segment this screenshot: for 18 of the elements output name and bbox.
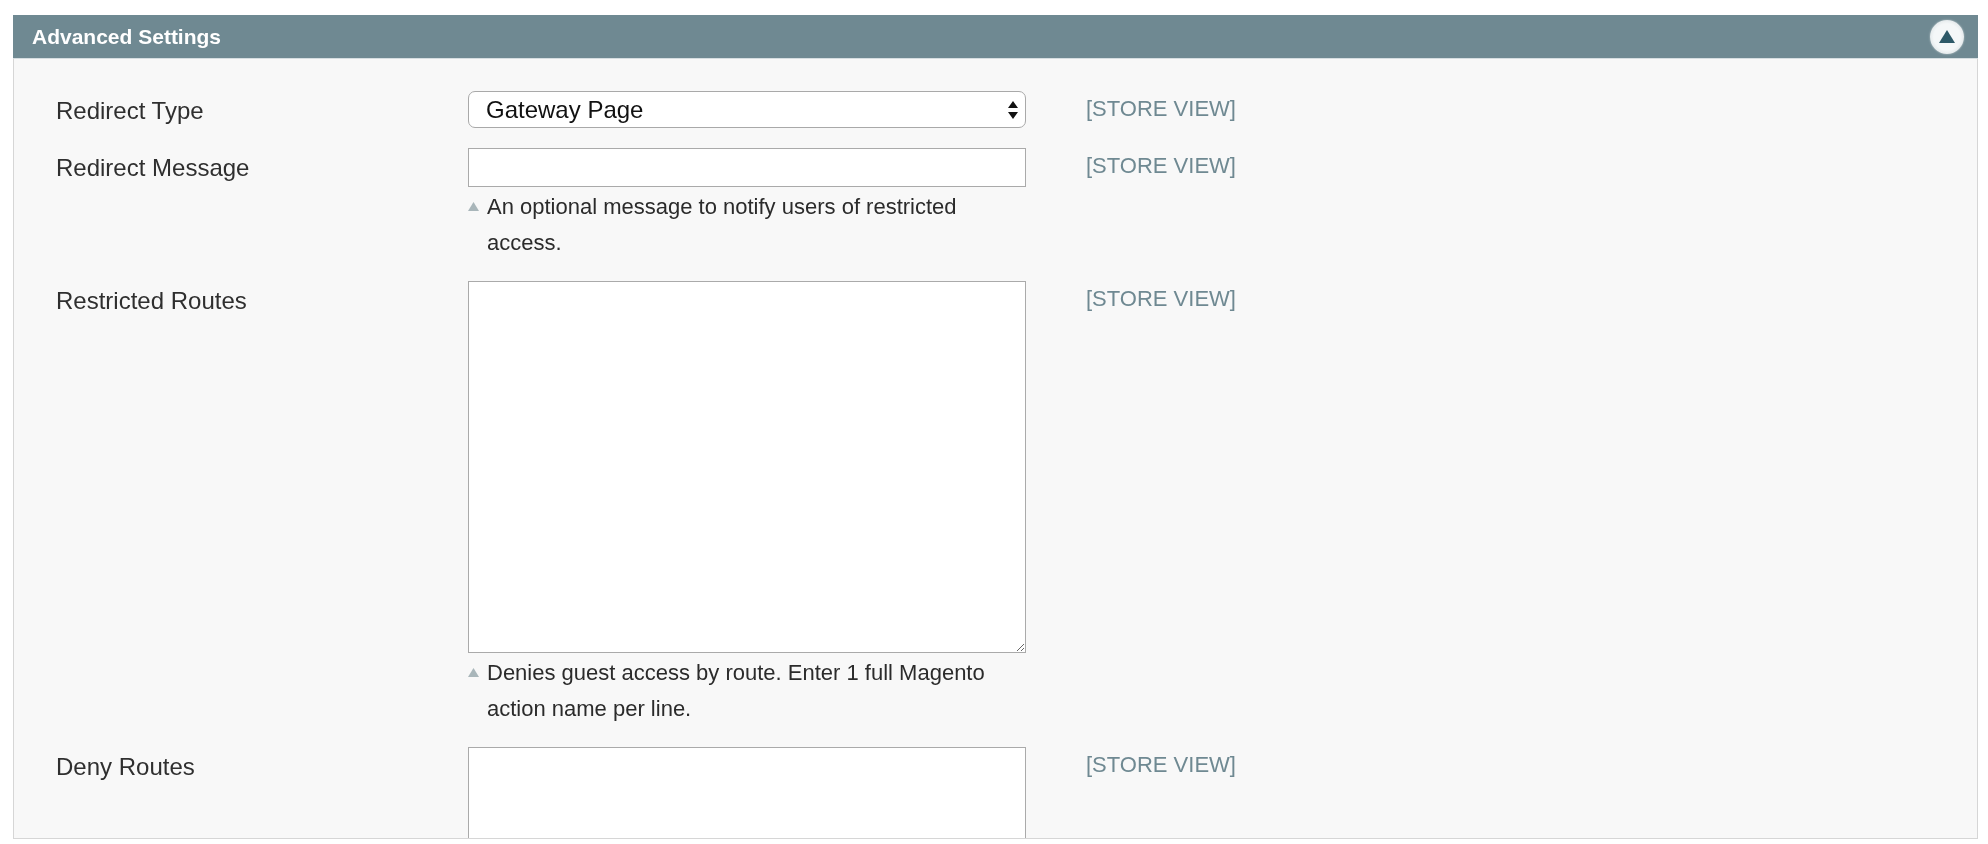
collapse-button[interactable] — [1930, 19, 1964, 54]
up-down-arrows-icon — [1007, 99, 1019, 120]
panel-title: Advanced Settings — [32, 24, 222, 49]
input-field[interactable] — [468, 148, 1026, 187]
field-label: Redirect Message — [56, 153, 251, 183]
field-label: Deny Routes — [56, 752, 196, 782]
triangle-up-icon — [1939, 30, 1955, 43]
scope-label: [STORE VIEW] — [1086, 751, 1237, 779]
scope-label: [STORE VIEW] — [1086, 285, 1237, 313]
field-label: Redirect Type — [56, 96, 205, 126]
help-text: Denies guest access by route. Enter 1 full Magento action name per line. — [487, 659, 986, 723]
triangle-icon — [468, 668, 479, 677]
help-text: An optional message to notify users of restricted access. — [487, 193, 958, 257]
scope-label: [STORE VIEW] — [1086, 95, 1237, 123]
dropdown[interactable]: Gateway Page — [468, 91, 1026, 128]
field-label: Restricted Routes — [56, 286, 248, 316]
scope-label: [STORE VIEW] — [1086, 152, 1237, 180]
triangle-icon — [468, 202, 479, 211]
